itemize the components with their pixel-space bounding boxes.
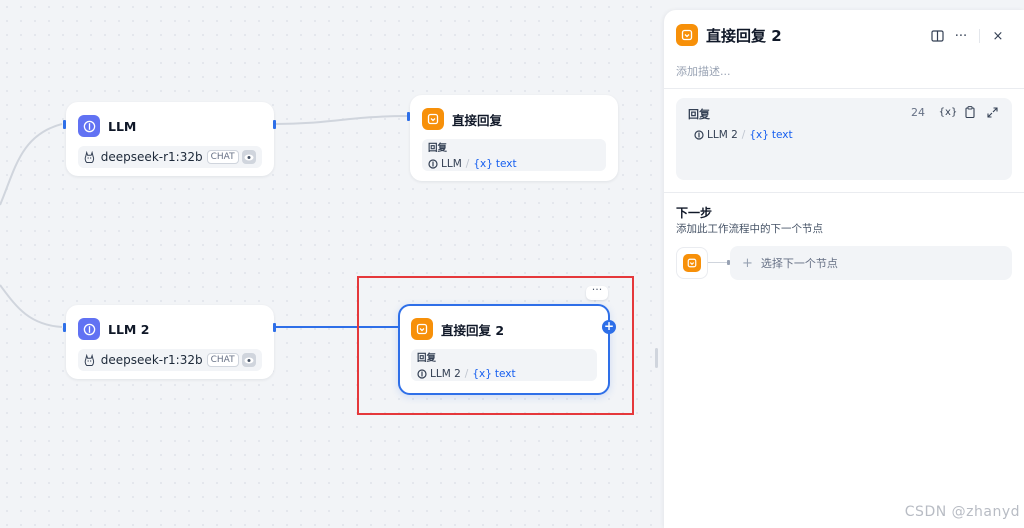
llm-small-icon [694,130,704,140]
connector-line [708,262,728,263]
var-source-node: LLM 2 [707,129,738,141]
variable-icon: {x} [749,129,769,141]
toolbar-divider [979,29,980,43]
input-handle[interactable] [407,112,410,121]
edge-in-llm2[interactable] [0,284,63,328]
node-title: LLM 2 [108,321,150,337]
output-handle[interactable] [273,120,276,129]
close-button[interactable]: × [986,26,1010,46]
plus-icon: + [742,255,753,271]
next-step-description: 添加此工作流程中的下一个节点 [676,223,823,235]
mode-badge: CHAT [206,353,239,367]
description-input[interactable]: 添加描述... [676,63,731,79]
edge-in-llm1[interactable] [0,123,63,206]
panel-title[interactable]: 直接回复 2 [706,25,782,46]
reply-box: 回复 LLM / {x} text [422,139,606,171]
panel-resize-handle[interactable] [655,348,658,368]
split-view-icon[interactable] [925,26,949,46]
node-llm-2[interactable]: LLM 2 deepseek-r1:32b CHAT [66,305,274,379]
llm-brain-icon [78,318,100,340]
divider [664,88,1024,89]
panel-toolbar: ··· × [925,26,1010,46]
output-handle[interactable] [273,323,276,332]
watermark: CSDN @zhanyd [904,504,1020,520]
eye-icon[interactable] [241,150,256,164]
llm-brain-icon [78,115,100,137]
insert-variable-button[interactable]: {x} [937,104,959,120]
char-count: 24 [911,106,925,119]
answer-icon [683,254,701,272]
reply-label: 回复 [428,143,448,154]
model-name: deepseek-r1:32b [100,150,203,164]
model-selector[interactable]: deepseek-r1:32b CHAT [78,349,262,371]
reply-editor[interactable]: 回复 24 {x} LLM 2 / {x} text [676,98,1012,180]
variable-tag: LLM / {x} text [428,157,600,171]
var-source-node: LLM [441,158,462,170]
mode-badge: CHAT [206,150,239,164]
panel-header: 直接回复 2 [676,24,782,46]
workflow-canvas[interactable]: LLM deepseek-r1:32b CHAT 直接回复 回复 LLM / {… [0,0,664,528]
var-name: text [771,129,793,141]
node-title: 直接回复 [452,112,503,128]
eye-icon[interactable] [241,353,256,367]
ollama-llama-icon [84,353,95,366]
variable-tag: LLM 2 / {x} text [694,128,793,142]
select-next-node-button[interactable]: + 选择下一个节点 [730,246,1012,280]
highlight-box [357,276,634,415]
more-options-button[interactable]: ··· [949,26,973,46]
reply-label: 回复 [688,108,710,121]
edges-layer [0,115,409,328]
clipboard-icon[interactable] [959,104,981,120]
divider [664,192,1024,193]
answer-icon [676,24,698,46]
node-llm[interactable]: LLM deepseek-r1:32b CHAT [66,102,274,176]
variable-icon: {x} [473,158,493,170]
reply-toolbar: {x} [937,104,1003,120]
answer-icon [422,108,444,130]
node-direct-reply[interactable]: 直接回复 回复 LLM / {x} text [410,95,618,181]
select-next-node-label: 选择下一个节点 [760,257,838,270]
var-name: text [495,158,517,170]
var-separator: / [741,129,746,141]
input-handle[interactable] [63,323,66,332]
edge-llm1-answer1[interactable] [275,115,409,125]
node-settings-panel: 直接回复 2 ··· × 添加描述... 回复 24 {x} LLM 2 / {… [664,10,1024,528]
node-title: LLM [108,118,137,134]
llm-small-icon [428,159,438,169]
model-selector[interactable]: deepseek-r1:32b CHAT [78,146,262,168]
var-separator: / [465,158,470,170]
next-step-title: 下一步 [676,206,713,220]
ollama-llama-icon [84,150,95,163]
input-handle[interactable] [63,120,66,129]
model-name: deepseek-r1:32b [100,353,203,367]
current-node-thumb [676,247,708,279]
expand-icon[interactable] [981,104,1003,120]
